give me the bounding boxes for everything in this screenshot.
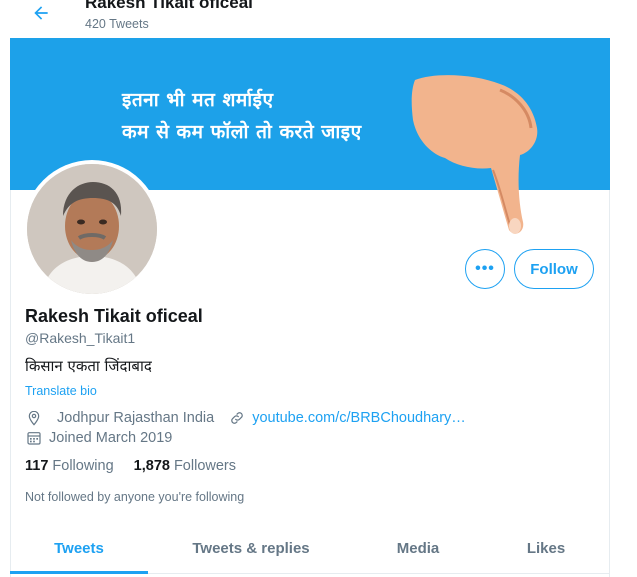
profile-meta-row: Jodhpur Rajasthan India youtube.com/c/BR…	[25, 409, 466, 427]
header-profile-name: Rakesh Tikait oficeal	[85, 0, 253, 12]
followers-count: 1,878	[133, 458, 170, 474]
follow-button[interactable]: Follow	[514, 249, 594, 289]
profile-joined-row: Joined March 2019	[25, 429, 172, 447]
translate-bio-link[interactable]: Translate bio	[25, 384, 97, 398]
profile-location: Jodhpur Rajasthan India	[57, 410, 215, 426]
following-count: 117	[25, 458, 49, 474]
profile-tabs: Tweets Tweets & replies Media Likes	[10, 522, 610, 574]
calendar-icon	[25, 429, 43, 447]
banner-text-line-1: इतना भी मत शर्माईए	[122, 89, 274, 111]
avatar-photo	[27, 164, 157, 294]
following-label: Following	[52, 458, 114, 474]
tab-tweets[interactable]: Tweets	[10, 522, 148, 574]
top-bar: Rakesh Tikait oficeal 420 Tweets	[0, 0, 637, 40]
profile-handle: @Rakesh_Tikait1	[25, 330, 136, 346]
link-icon	[228, 409, 246, 427]
following-link[interactable]: 117 Following	[25, 458, 114, 474]
follow-stats: 117 Following 1,878 Followers	[25, 458, 236, 474]
more-options-button[interactable]: •••	[465, 249, 505, 289]
profile-joined-date: Joined March 2019	[49, 430, 173, 446]
tab-media[interactable]: Media	[354, 522, 482, 574]
location-pin-icon	[25, 409, 43, 427]
tab-tweets-and-replies[interactable]: Tweets & replies	[148, 522, 354, 574]
arrow-left-icon	[34, 6, 48, 20]
profile-display-name: Rakesh Tikait oficeal	[25, 306, 203, 326]
tab-likes[interactable]: Likes	[482, 522, 610, 574]
not-followed-notice: Not followed by anyone you're following	[25, 490, 245, 504]
banner-text-line-2: कम से कम फॉलो तो करते जाइए	[122, 121, 362, 143]
pointing-finger-illustration	[411, 75, 538, 234]
profile-bio: किसान एकता जिंदाबाद	[25, 357, 152, 375]
header-tweet-count: 420 Tweets	[85, 17, 149, 31]
avatar[interactable]	[23, 160, 161, 298]
followers-link[interactable]: 1,878 Followers	[134, 458, 236, 474]
profile-website-link[interactable]: youtube.com/c/BRBChoudhary…	[252, 410, 466, 426]
followers-label: Followers	[173, 458, 236, 474]
back-button[interactable]	[26, 0, 56, 26]
